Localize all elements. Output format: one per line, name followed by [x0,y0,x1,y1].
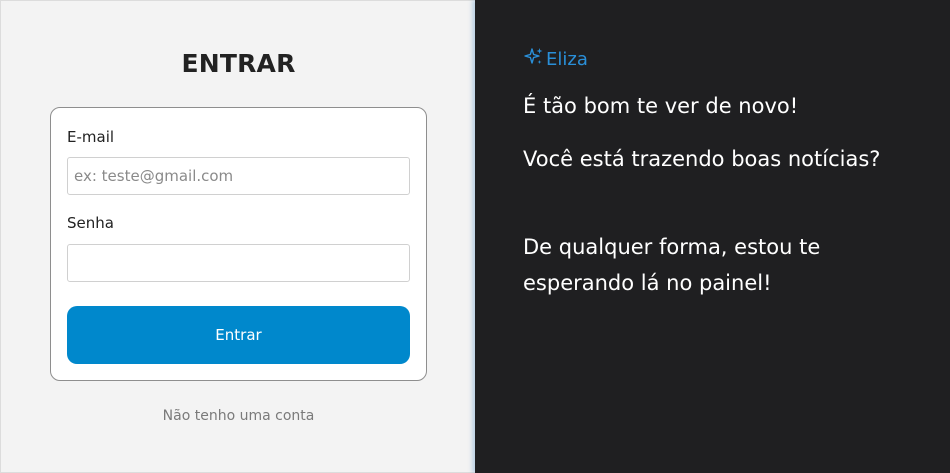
password-label: Senha [67,214,114,232]
email-label: E-mail [67,128,115,146]
page-title: ENTRAR [181,49,296,78]
welcome-panel: Eliza É tão bom te ver de novo! Você est… [475,0,950,473]
sparkles-icon [524,47,546,72]
login-panel: ENTRAR E-mail Senha Entrar Não tenho uma… [0,0,475,473]
login-form: E-mail Senha Entrar [50,107,427,381]
welcome-message: De qualquer forma, estou te esperando lá… [523,235,821,295]
welcome-message: Você está trazendo boas notícias? [523,147,881,171]
welcome-message: É tão bom te ver de novo! [523,94,799,118]
brand: Eliza [524,47,588,72]
password-field[interactable] [67,244,410,282]
email-field[interactable] [67,157,410,195]
login-button[interactable]: Entrar [67,306,410,364]
brand-name: Eliza [546,49,588,70]
signup-link[interactable]: Não tenho uma conta [1,408,476,424]
